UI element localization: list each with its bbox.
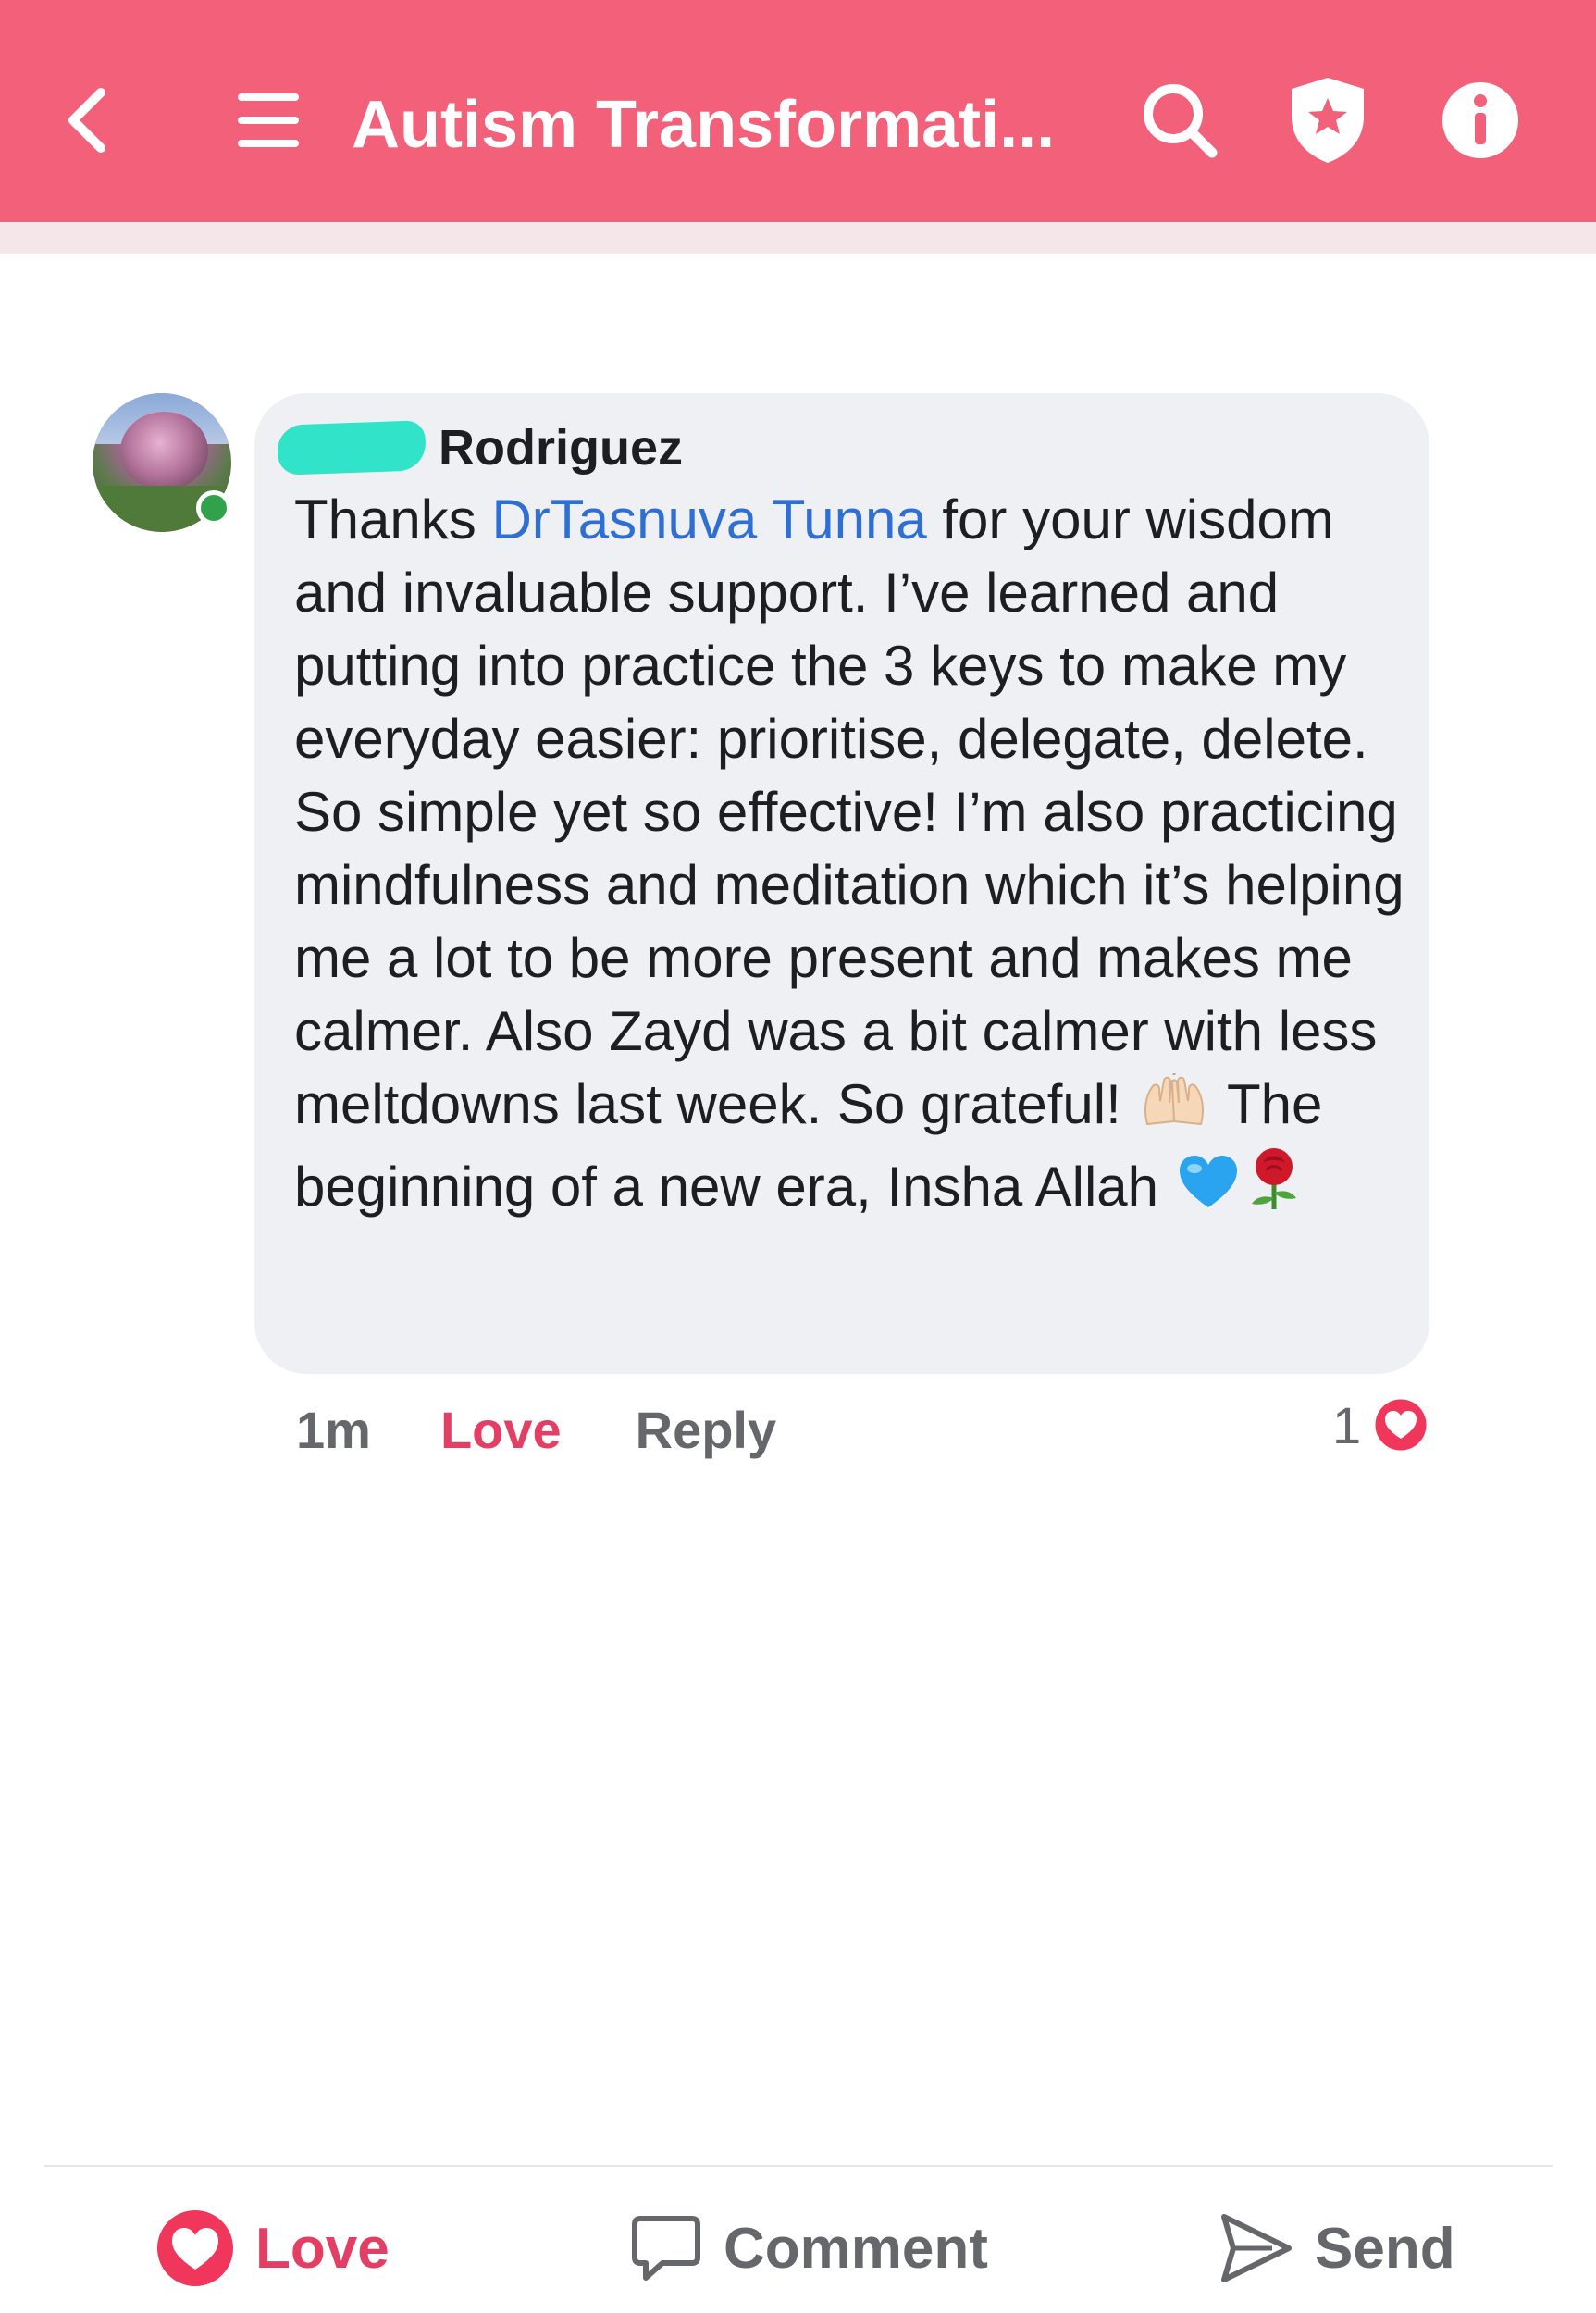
reaction-summary[interactable]: 1 xyxy=(1332,1392,1429,1457)
back-button[interactable] xyxy=(51,79,125,162)
love-reaction-icon xyxy=(157,2210,233,2286)
comment-author-name[interactable]: Rodriguez xyxy=(439,419,683,476)
love-button[interactable]: Love xyxy=(155,2202,390,2294)
redaction-mark xyxy=(277,420,427,476)
comment-button-label: Comment xyxy=(724,2216,988,2281)
admin-tools-button[interactable] xyxy=(1281,69,1374,171)
back-arrow-icon xyxy=(68,88,105,153)
comment-text-part: Thanks xyxy=(294,489,492,550)
group-header: Autism Transformati... xyxy=(0,0,1596,222)
comment-author-row[interactable]: Rodriguez xyxy=(277,418,683,477)
shield-star-icon xyxy=(1292,78,1364,163)
comment-meta-row: 1m Love Reply xyxy=(296,1397,776,1462)
comment-timestamp[interactable]: 1m xyxy=(296,1400,371,1460)
comment-body: Thanks DrTasnuva Tunna for your wisdom a… xyxy=(294,483,1423,1229)
action-bar-divider xyxy=(44,2165,1553,2167)
comment-icon xyxy=(632,2216,700,2281)
love-reaction-icon xyxy=(1372,1396,1429,1453)
menu-button[interactable] xyxy=(231,79,305,162)
comment-text-part: for your wisdom and invaluable support. … xyxy=(294,489,1404,1135)
group-title[interactable]: Autism Transformati... xyxy=(352,83,1055,167)
blue-heart-emoji-icon xyxy=(1178,1154,1239,1229)
menu-icon xyxy=(238,93,299,147)
reaction-count: 1 xyxy=(1332,1395,1362,1454)
raising-hands-emoji-icon xyxy=(1140,1073,1208,1146)
send-button-label: Send xyxy=(1315,2216,1455,2281)
love-button-label: Love xyxy=(255,2216,390,2281)
info-icon xyxy=(1442,82,1518,158)
search-button[interactable] xyxy=(1133,69,1226,171)
send-button[interactable]: Send xyxy=(1217,2202,1455,2294)
search-icon xyxy=(1144,84,1218,158)
comment-love-button[interactable]: Love xyxy=(440,1400,562,1460)
send-icon xyxy=(1221,2214,1292,2282)
comment-reply-button[interactable]: Reply xyxy=(636,1400,777,1460)
comment-button[interactable]: Comment xyxy=(629,2202,988,2294)
online-status-indicator xyxy=(196,490,231,526)
header-divider xyxy=(0,222,1596,254)
mention-link[interactable]: DrTasnuva Tunna xyxy=(491,489,926,550)
rose-emoji-icon xyxy=(1246,1146,1302,1229)
info-button[interactable] xyxy=(1429,69,1531,171)
